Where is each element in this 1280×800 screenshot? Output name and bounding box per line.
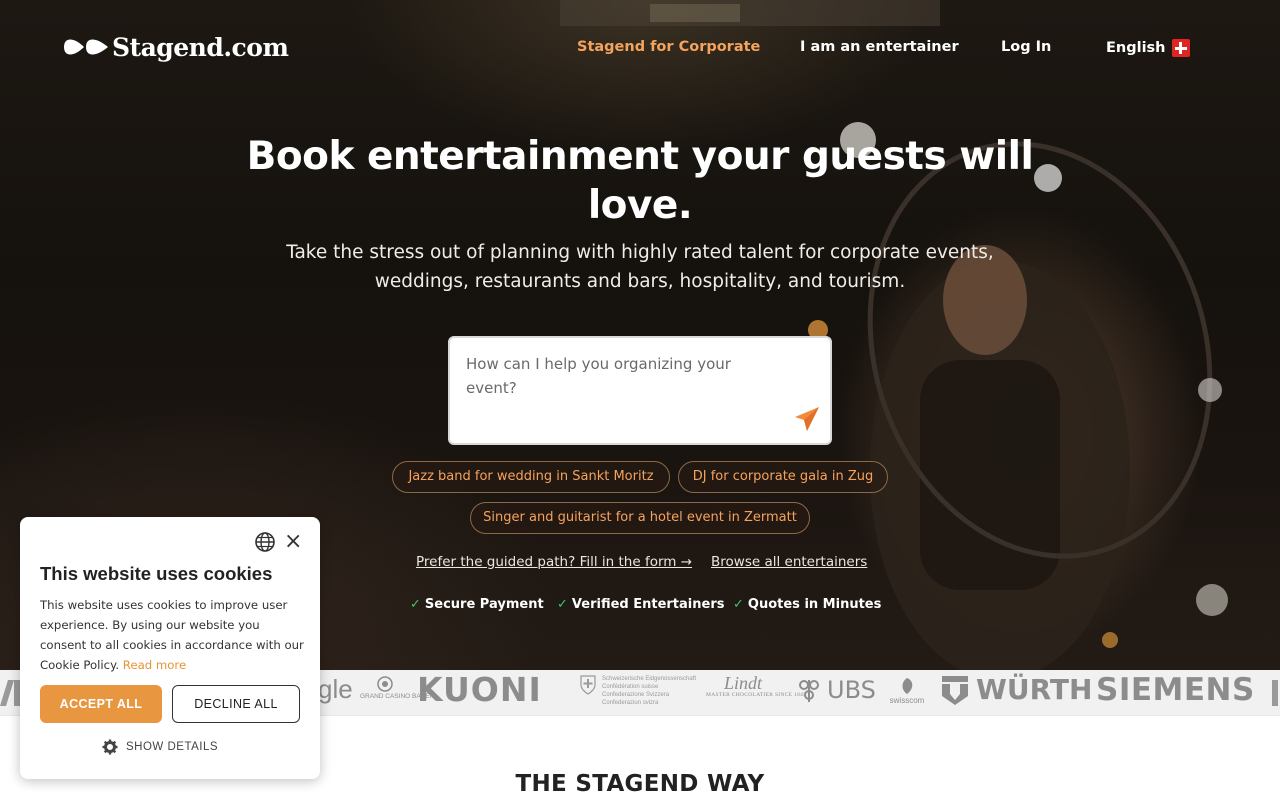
cookie-body: This website uses cookies to improve use… [40, 595, 305, 675]
stagend-logo[interactable]: Stagend.com [62, 30, 289, 64]
nav-login-link[interactable]: Log In [1001, 39, 1051, 55]
siemens-logo: SIEMENS [1096, 672, 1255, 708]
swiss-shield-icon [580, 675, 596, 695]
language-label: English [1106, 40, 1166, 56]
ubs-keys-icon [799, 680, 819, 702]
check-icon: ✓ [557, 597, 568, 612]
wurth-emblem-icon [942, 675, 968, 705]
check-icon: ✓ [410, 597, 421, 612]
trust-label: Verified Entertainers [571, 597, 725, 612]
wurth-logo-text: WÜRTH [976, 673, 1093, 706]
swisscom-logo-text: swisscom [889, 696, 925, 705]
suggestion-chip-singer[interactable]: Singer and guitarist for a hotel event i… [470, 502, 810, 534]
swisscom-lifeform-icon [902, 678, 913, 694]
nav-entertainer-link[interactable]: I am an entertainer [800, 39, 959, 55]
cookie-consent-dialog: × This website uses cookies This website… [20, 517, 320, 779]
close-icon[interactable]: × [284, 531, 302, 553]
double-play-icon [62, 35, 110, 59]
swiss-flag-icon [1171, 39, 1190, 57]
event-search-box [448, 336, 832, 445]
accept-all-button[interactable]: ACCEPT ALL [40, 685, 162, 723]
grand-casino-baden-logo: GRAND CASINO BADEN [360, 676, 434, 700]
lindt-logo-text: Lindt [723, 673, 762, 693]
send-button[interactable] [792, 404, 822, 434]
trust-label: Quotes in Minutes [747, 597, 882, 612]
trust-verified-entertainers: ✓ Verified Entertainers [557, 597, 724, 612]
hero-headline: Book entertainment your guests will love… [246, 134, 1034, 228]
swiss-confederation-logo: Schweizerische Eidgenossenschaft Confédé… [580, 675, 696, 707]
language-globe-icon[interactable] [254, 531, 276, 553]
event-search-input[interactable] [466, 352, 766, 412]
guided-form-link[interactable]: Prefer the guided path? Fill in the form… [416, 554, 692, 570]
confed-line: Confédération suisse [602, 684, 659, 690]
check-icon: ✓ [733, 597, 744, 612]
confed-line: Confederaziun svizra [602, 700, 659, 706]
ubs-logo-text: UBS [827, 676, 876, 704]
confed-line: Confederazione Svizzera [602, 692, 670, 698]
wurth-logo: WÜRTH [940, 673, 1092, 706]
language-selector[interactable]: English [1106, 39, 1190, 57]
show-details-button[interactable]: SHOW DETAILS [102, 739, 218, 755]
section-title: THE STAGEND WAY [515, 771, 765, 797]
swisscom-logo: swisscom [886, 676, 928, 705]
gear-icon [102, 739, 118, 755]
suggestion-chip-dj[interactable]: DJ for corporate gala in Zug [678, 461, 888, 493]
trust-label: Secure Payment [424, 597, 544, 612]
suggestion-chip-jazz[interactable]: Jazz band for wedding in Sankt Moritz [392, 461, 670, 493]
partial-logo-icon [1272, 680, 1278, 706]
show-details-label: SHOW DETAILS [126, 741, 219, 753]
lindt-logo-subtext: MASTER CHOCOLATIER SINCE 1845 [706, 692, 807, 698]
google-logo: gle [318, 674, 353, 704]
kuoni-logo: KUONI [417, 670, 542, 709]
read-more-link[interactable]: Read more [123, 658, 186, 672]
ubs-logo: UBS [795, 676, 876, 704]
confed-line: Schweizerische Eidgenossenschaft [602, 676, 697, 682]
paper-plane-icon [795, 407, 819, 431]
logo-text: Stagend.com [112, 32, 289, 62]
hero-subheadline: Take the stress out of planning with hig… [286, 242, 994, 292]
browse-entertainers-link[interactable]: Browse all entertainers [711, 554, 867, 570]
trust-secure-payment: ✓ Secure Payment [410, 597, 544, 612]
cookie-title: This website uses cookies [40, 563, 273, 584]
decline-all-button[interactable]: DECLINE ALL [172, 685, 300, 723]
nav-corporate-link[interactable]: Stagend for Corporate [577, 39, 760, 55]
trust-quotes-in-minutes: ✓ Quotes in Minutes [733, 597, 881, 612]
casino-emblem-icon [377, 676, 393, 692]
lindt-logo: Lindt MASTER CHOCOLATIER SINCE 1845 [706, 673, 807, 698]
